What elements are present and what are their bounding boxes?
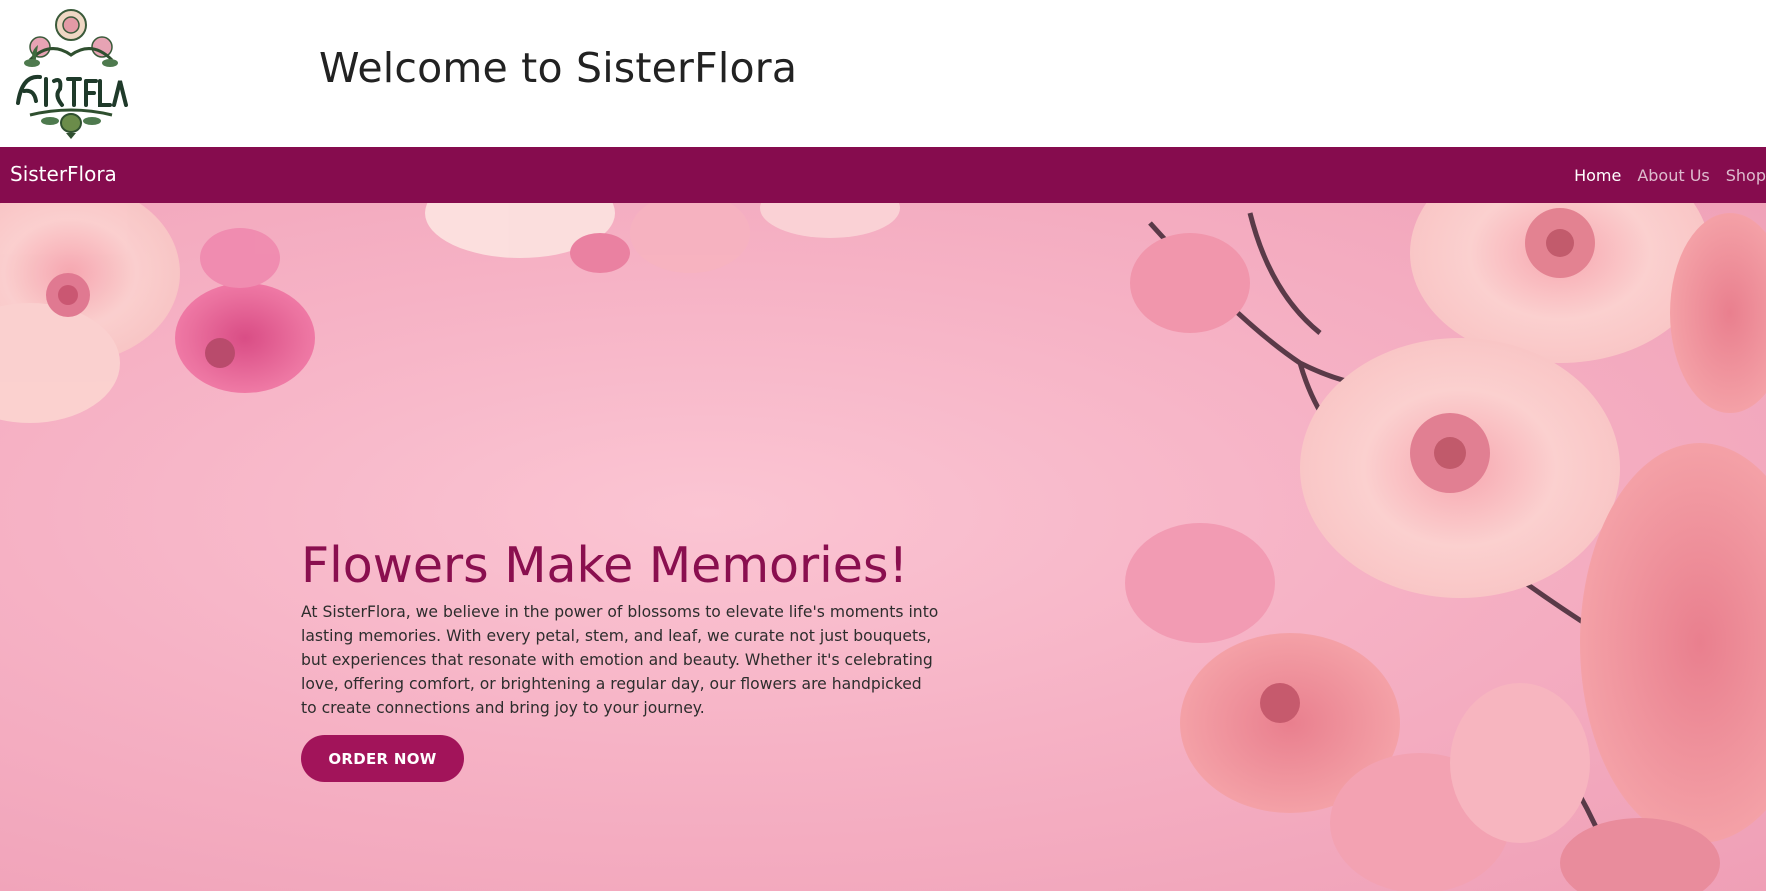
- hero-section: Flowers Make Memories! At SisterFlora, w…: [0, 203, 1766, 891]
- order-now-button[interactable]: ORDER NOW: [301, 735, 464, 782]
- page-title: Welcome to SisterFlora: [319, 44, 798, 92]
- flower-top-left: [0, 203, 315, 423]
- navbar-brand[interactable]: SisterFlora: [10, 162, 117, 186]
- nav-link-shop[interactable]: Shop: [1726, 166, 1766, 185]
- top-header: Welcome to SisterFlora: [0, 0, 1766, 147]
- hero-description: At SisterFlora, we believe in the power …: [301, 603, 939, 717]
- sisterflora-logo[interactable]: [10, 5, 132, 141]
- hero-title: Flowers Make Memories!: [301, 537, 909, 594]
- nav-links: Home About Us Shop: [1558, 147, 1766, 203]
- flower-top-center: [425, 203, 900, 273]
- main-navbar: SisterFlora Home About Us Shop: [0, 147, 1766, 203]
- nav-link-about-us[interactable]: About Us: [1637, 166, 1709, 185]
- nav-link-home[interactable]: Home: [1574, 166, 1621, 185]
